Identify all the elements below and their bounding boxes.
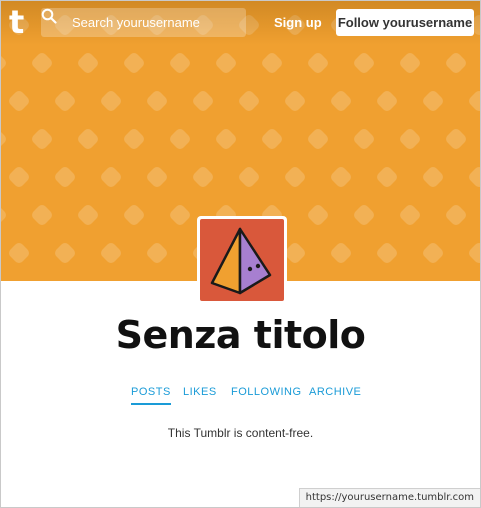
- banner-diamond: [170, 205, 190, 225]
- banner-diamond: [78, 205, 98, 225]
- tab-archive[interactable]: ARCHIVE: [309, 385, 361, 405]
- banner-diamond: [1, 279, 8, 281]
- banner-diamond: [216, 53, 236, 73]
- banner-diamond: [32, 205, 52, 225]
- banner-diamond: [147, 243, 167, 263]
- banner-diamond: [285, 167, 305, 187]
- banner-diamond: [1, 205, 6, 225]
- pyramid-avatar-icon: [210, 227, 272, 295]
- banner-diamond: [354, 129, 374, 149]
- banner-diamond: [446, 53, 466, 73]
- banner-diamond: [101, 91, 121, 111]
- sign-up-link[interactable]: Sign up: [274, 14, 322, 32]
- banner-diamond: [30, 279, 54, 281]
- banner-diamond: [1, 53, 6, 73]
- search-input[interactable]: [72, 8, 242, 37]
- banner-diamond: [239, 91, 259, 111]
- browser-viewport: t Sign up Follow yourusername Senza tito…: [0, 0, 481, 508]
- banner-diamond: [377, 167, 397, 187]
- banner-diamond: [400, 205, 420, 225]
- banner-diamond: [469, 91, 480, 111]
- banner-diamond: [239, 167, 259, 187]
- blog-title: Senza titolo: [115, 313, 366, 357]
- banner-diamond: [101, 167, 121, 187]
- banner-diamond: [285, 91, 305, 111]
- banner-diamond: [423, 167, 443, 187]
- banner-diamond: [216, 129, 236, 149]
- blog-avatar-frame: [197, 216, 287, 304]
- banner-diamond: [400, 129, 420, 149]
- follow-button[interactable]: Follow yourusername: [336, 9, 474, 36]
- banner-diamond: [262, 53, 282, 73]
- blog-navigation: POSTS LIKES FOLLOWING ARCHIVE: [1, 385, 480, 407]
- banner-diamond: [193, 167, 213, 187]
- search-box[interactable]: [41, 8, 246, 37]
- banner-diamond: [331, 167, 351, 187]
- banner-diamond: [262, 129, 282, 149]
- banner-diamond: [1, 129, 6, 149]
- banner-diamond: [352, 279, 376, 281]
- top-navigation-bar: t Sign up Follow yourusername: [1, 1, 480, 45]
- tab-likes[interactable]: LIKES: [183, 385, 217, 405]
- banner-diamond: [331, 91, 351, 111]
- banner-diamond: [400, 53, 420, 73]
- banner-diamond: [446, 129, 466, 149]
- banner-diamond: [9, 91, 29, 111]
- banner-diamond: [354, 53, 374, 73]
- banner-diamond: [168, 279, 192, 281]
- banner-diamond: [423, 91, 443, 111]
- empty-content-message: This Tumblr is content-free.: [167, 426, 314, 440]
- banner-diamond: [469, 167, 480, 187]
- banner-diamond: [122, 279, 146, 281]
- banner-diamond: [331, 243, 351, 263]
- banner-diamond: [308, 129, 328, 149]
- banner-diamond: [147, 91, 167, 111]
- banner-diamond: [170, 129, 190, 149]
- banner-diamond: [377, 243, 397, 263]
- banner-diamond: [446, 205, 466, 225]
- banner-diamond: [9, 167, 29, 187]
- banner-diamond: [469, 243, 480, 263]
- banner-diamond: [55, 167, 75, 187]
- banner-diamond: [55, 243, 75, 263]
- tumblr-logo-icon[interactable]: t: [9, 6, 31, 38]
- banner-diamond: [147, 167, 167, 187]
- banner-diamond: [101, 243, 121, 263]
- banner-diamond: [306, 279, 330, 281]
- banner-diamond: [124, 205, 144, 225]
- tab-posts[interactable]: POSTS: [131, 385, 171, 405]
- tab-following[interactable]: FOLLOWING: [231, 385, 302, 405]
- banner-diamond: [354, 205, 374, 225]
- banner-diamond: [124, 53, 144, 73]
- banner-diamond: [32, 129, 52, 149]
- banner-diamond: [78, 53, 98, 73]
- banner-diamond: [308, 205, 328, 225]
- banner-diamond: [32, 53, 52, 73]
- avatar[interactable]: [200, 219, 284, 301]
- banner-diamond: [55, 91, 75, 111]
- status-bar-url: https://yourusername.tumblr.com: [298, 488, 480, 507]
- banner-diamond: [124, 129, 144, 149]
- banner-diamond: [76, 279, 100, 281]
- banner-diamond: [78, 129, 98, 149]
- banner-diamond: [9, 243, 29, 263]
- banner-diamond: [377, 91, 397, 111]
- banner-diamond: [423, 243, 443, 263]
- banner-diamond: [444, 279, 468, 281]
- banner-diamond: [193, 91, 213, 111]
- banner-diamond: [398, 279, 422, 281]
- banner-diamond: [170, 53, 190, 73]
- search-icon: [41, 8, 57, 24]
- banner-diamond: [308, 53, 328, 73]
